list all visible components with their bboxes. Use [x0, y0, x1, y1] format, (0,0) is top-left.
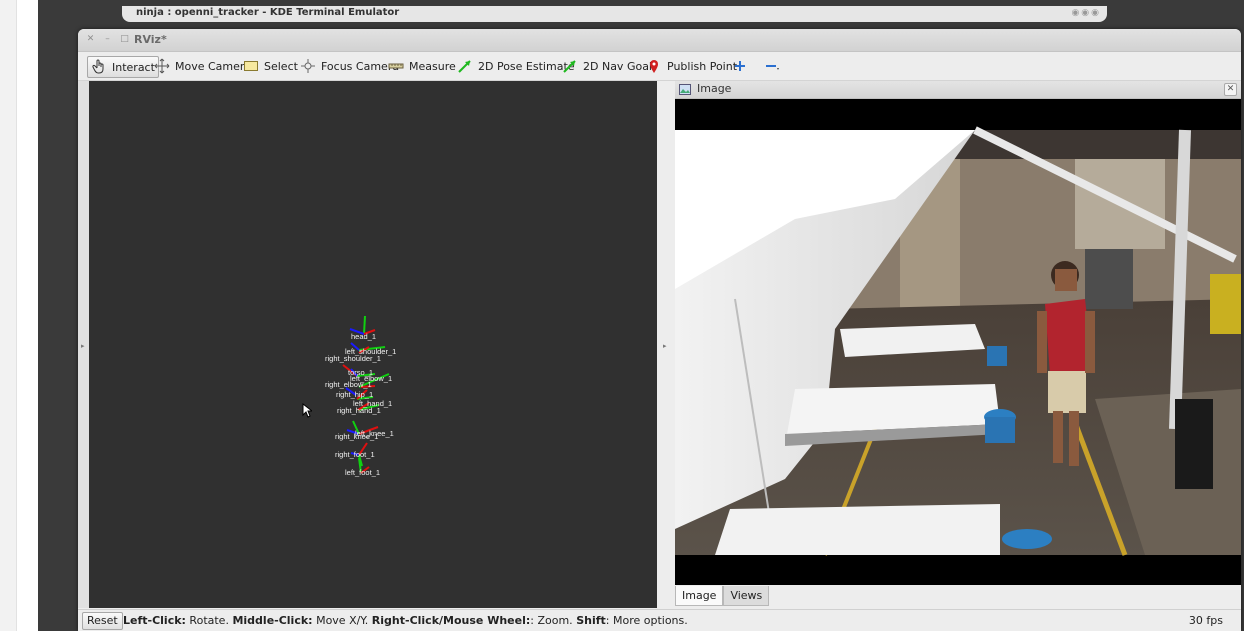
- status-bar: Reset Left-Click: Rotate. Middle-Click: …: [78, 609, 1241, 631]
- move-camera-tool-button[interactable]: Move Camera: [151, 56, 254, 76]
- image-panel-title: Image: [697, 82, 732, 95]
- help-desc: Move X/Y.: [312, 614, 372, 627]
- 3d-render-viewport[interactable]: head_1 left_shoulder_1 right_shoulder_1 …: [89, 81, 657, 608]
- tab-image[interactable]: Image: [675, 586, 724, 606]
- skeleton-label: left_foot_1: [345, 468, 381, 477]
- skeleton-label: right_knee_1: [335, 432, 379, 441]
- reset-button[interactable]: Reset: [82, 612, 123, 630]
- minus-icon: [764, 58, 780, 74]
- background-window-title: ninja : openni_tracker - KDE Terminal Em…: [136, 7, 400, 18]
- image-panel-titlebar[interactable]: Image ✕: [675, 81, 1241, 99]
- select-tool-button[interactable]: Select: [240, 56, 301, 76]
- move-camera-icon: [154, 58, 170, 74]
- window-titlebar[interactable]: ✕ – □ RViz*: [78, 29, 1241, 52]
- skeleton-label: right_hip_1: [336, 390, 374, 399]
- interact-tool-label: Interact: [112, 60, 155, 74]
- skeleton-label: right_foot_1: [335, 450, 375, 459]
- camera-image-view[interactable]: [675, 99, 1241, 585]
- mouse-help-text: Left-Click: Rotate. Middle-Click: Move X…: [123, 614, 688, 627]
- panel-splitter[interactable]: ▸: [657, 81, 675, 608]
- camera-feed-picture: [675, 99, 1241, 585]
- help-key: Right-Click/Mouse Wheel:: [371, 614, 531, 627]
- map-pin-icon: [646, 58, 662, 74]
- mouse-cursor-icon: [302, 402, 314, 421]
- help-key: Middle-Click:: [232, 614, 313, 627]
- nav-goal-tool-label: 2D Nav Goal: [583, 59, 652, 73]
- tool-toolbar: Interact Move Camera Select Focus Camera…: [78, 52, 1241, 81]
- help-key: Shift: [576, 614, 606, 627]
- image-display-panel: Image ✕ Image Views: [675, 81, 1241, 608]
- plus-icon: [732, 58, 748, 74]
- image-icon: [679, 84, 691, 98]
- select-tool-label: Select: [264, 59, 298, 73]
- help-desc: : Zoom.: [530, 614, 577, 627]
- image-panel-tabs: Image Views: [675, 586, 770, 608]
- measure-tool-button[interactable]: Measure: [385, 56, 459, 76]
- skeleton-label: right_hand_1: [337, 406, 381, 415]
- green-arrow-icon: [457, 58, 473, 74]
- ruler-icon: [388, 58, 404, 74]
- close-icon[interactable]: ✕: [85, 34, 96, 45]
- expand-left-icon[interactable]: ▸: [81, 342, 85, 350]
- window-title: RViz*: [134, 33, 167, 46]
- background-window-titlebar[interactable]: ninja : openni_tracker - KDE Terminal Em…: [122, 6, 1107, 22]
- help-desc: Rotate.: [185, 614, 233, 627]
- select-rectangle-icon: [243, 58, 259, 74]
- publish-point-tool-label: Publish Point: [667, 59, 738, 73]
- maximize-icon[interactable]: □: [119, 34, 130, 45]
- skeleton-label: right_elbow_1: [325, 380, 372, 389]
- expand-right-icon[interactable]: ▸: [663, 342, 667, 350]
- fps-readout: 30 fps: [1188, 614, 1223, 627]
- help-desc: : More options.: [605, 614, 688, 627]
- help-key: Left-Click:: [123, 614, 186, 627]
- publish-point-tool-button[interactable]: Publish Point: [643, 56, 740, 76]
- left-dock-collapse-gutter[interactable]: ▸: [78, 81, 89, 608]
- remove-tool-button[interactable]: [761, 56, 783, 76]
- skeleton-label: head_1: [351, 332, 377, 341]
- add-tool-button[interactable]: [729, 56, 751, 76]
- background-window-controls-icon[interactable]: ◉◉◉: [1071, 8, 1101, 18]
- skeleton-tf-frames: [342, 315, 390, 474]
- close-icon[interactable]: ✕: [1224, 83, 1237, 96]
- nav-goal-tool-button[interactable]: 2D Nav Goal: [559, 56, 655, 76]
- green-arrow-icon: [562, 58, 578, 74]
- minimize-icon[interactable]: –: [102, 34, 113, 45]
- desktop-left-strip: [0, 0, 17, 631]
- skeleton-label: right_shoulder_1: [325, 354, 381, 363]
- measure-tool-label: Measure: [409, 59, 456, 73]
- interact-tool-button[interactable]: Interact: [87, 56, 159, 78]
- focus-camera-icon: [300, 58, 316, 74]
- hand-pointer-icon: [91, 59, 107, 75]
- rviz-window: ✕ – □ RViz* Interact Move Camera Select: [78, 29, 1241, 631]
- tab-views[interactable]: Views: [723, 586, 770, 606]
